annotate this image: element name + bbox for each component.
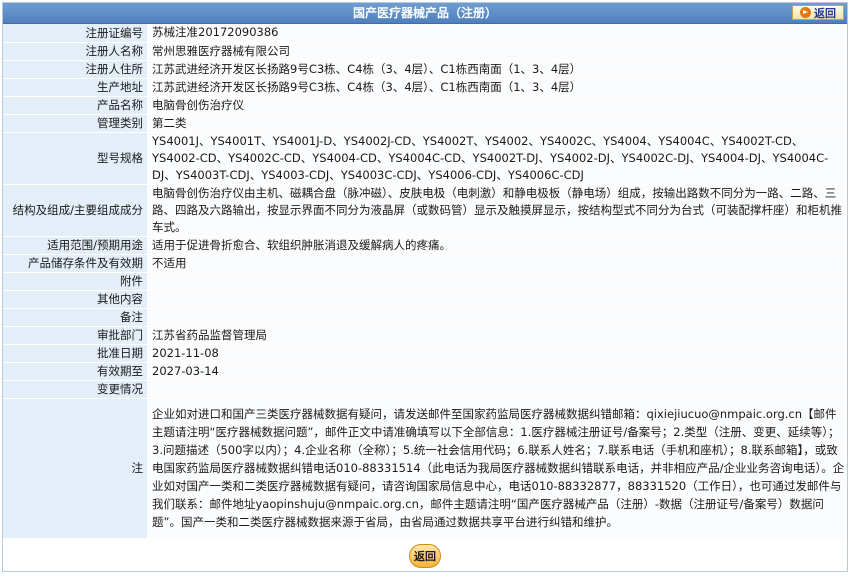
field-value <box>147 290 847 309</box>
field-value: 电脑骨创伤治疗仪 <box>147 96 847 115</box>
back-bottom-label: 返回 <box>409 543 441 568</box>
field-value: 电脑骨创伤治疗仪由主机、磁耦合盘（脉冲磁）、皮肤电极（电刺激）和静电极板（静电场… <box>147 184 847 237</box>
table-row: 产品储存条件及有效期 不适用 <box>3 254 847 273</box>
table-row: 其他内容 <box>3 290 847 309</box>
field-value: 江苏武进经济开发区长扬路9号C3栋、C4栋（3、4层）、C1栋西南面（1、3、4… <box>147 78 847 97</box>
field-label: 管理类别 <box>3 114 147 133</box>
table-row: 产品名称 电脑骨创伤治疗仪 <box>3 96 847 115</box>
field-value: 适用于促进骨折愈合、软组织肿胀消退及缓解病人的疼痛。 <box>147 236 847 255</box>
footer: 返回 <box>3 539 847 573</box>
table-row: 注册证编号 苏械注准20172090386 <box>3 24 847 43</box>
back-button-top[interactable]: 返回 <box>792 5 844 20</box>
detail-panel: 国产医疗器械产品（注册） 返回 注册证编号 苏械注准20172090386 注册人名… <box>2 2 848 572</box>
field-label: 批准日期 <box>3 344 147 363</box>
field-value: YS4001J、YS4001T、YS4001J-D、YS4002J-CD、YS4… <box>147 132 847 185</box>
field-label: 审批部门 <box>3 326 147 345</box>
table-row: 变更情况 <box>3 380 847 399</box>
field-value: 江苏武进经济开发区长扬路9号C3栋、C4栋（3、4层）、C1栋西南面（1、3、4… <box>147 60 847 79</box>
field-value: 江苏省药品监督管理局 <box>147 326 847 345</box>
field-label: 注册证编号 <box>3 24 147 43</box>
table-row: 结构及组成/主要组成成分 电脑骨创伤治疗仪由主机、磁耦合盘（脉冲磁）、皮肤电极（电… <box>3 184 847 237</box>
field-value: 常州思雅医疗器械有限公司 <box>147 42 847 61</box>
field-label: 有效期至 <box>3 362 147 381</box>
table-row: 适用范围/预期用途 适用于促进骨折愈合、软组织肿胀消退及缓解病人的疼痛。 <box>3 236 847 255</box>
detail-table: 注册证编号 苏械注准20172090386 注册人名称 常州思雅医疗器械有限公司 注册人… <box>3 24 847 539</box>
field-label: 产品名称 <box>3 96 147 115</box>
field-value: 不适用 <box>147 254 847 273</box>
table-row: 注册人名称 常州思雅医疗器械有限公司 <box>3 42 847 61</box>
field-label: 其他内容 <box>3 290 147 309</box>
arrow-right-icon <box>800 7 811 18</box>
field-label: 备注 <box>3 308 147 327</box>
field-label: 变更情况 <box>3 380 147 399</box>
table-row: 批准日期 2021-11-08 <box>3 344 847 363</box>
field-label: 产品储存条件及有效期 <box>3 254 147 273</box>
field-label: 附件 <box>3 272 147 291</box>
table-row: 生产地址 江苏武进经济开发区长扬路9号C3栋、C4栋（3、4层）、C1栋西南面（1… <box>3 78 847 97</box>
table-row: 型号规格 YS4001J、YS4001T、YS4001J-D、YS4002J-CD… <box>3 132 847 185</box>
back-button-top-label: 返回 <box>814 6 836 20</box>
field-value: 2027-03-14 <box>147 362 847 381</box>
field-label: 结构及组成/主要组成成分 <box>3 184 147 237</box>
field-value <box>147 308 847 327</box>
field-label: 生产地址 <box>3 78 147 97</box>
title-bar: 国产医疗器械产品（注册） 返回 <box>3 3 847 24</box>
table-row: 审批部门 江苏省药品监督管理局 <box>3 326 847 345</box>
table-row: 有效期至 2027-03-14 <box>3 362 847 381</box>
field-value <box>147 380 847 399</box>
note-label: 注 <box>3 398 147 539</box>
table-row: 附件 <box>3 272 847 291</box>
back-button-bottom[interactable]: 返回 <box>409 543 441 568</box>
table-row: 管理类别 第二类 <box>3 114 847 133</box>
field-value <box>147 272 847 291</box>
note-row: 注企业如对进口和国产三类医疗器械数据有疑问，请发送邮件至国家药监局医疗器械数据纠… <box>3 398 847 539</box>
table-row: 注册人住所 江苏武进经济开发区长扬路9号C3栋、C4栋（3、4层）、C1栋西南面（… <box>3 60 847 79</box>
field-value: 苏械注准20172090386 <box>147 24 847 43</box>
field-label: 型号规格 <box>3 132 147 185</box>
note-text: 企业如对进口和国产三类医疗器械数据有疑问，请发送邮件至国家药监局医疗器械数据纠错… <box>147 398 847 539</box>
field-label: 适用范围/预期用途 <box>3 236 147 255</box>
table-row: 备注 <box>3 308 847 327</box>
field-value: 2021-11-08 <box>147 344 847 363</box>
field-label: 注册人名称 <box>3 42 147 61</box>
page-title: 国产医疗器械产品（注册） <box>352 6 497 20</box>
field-value: 第二类 <box>147 114 847 133</box>
field-label: 注册人住所 <box>3 60 147 79</box>
